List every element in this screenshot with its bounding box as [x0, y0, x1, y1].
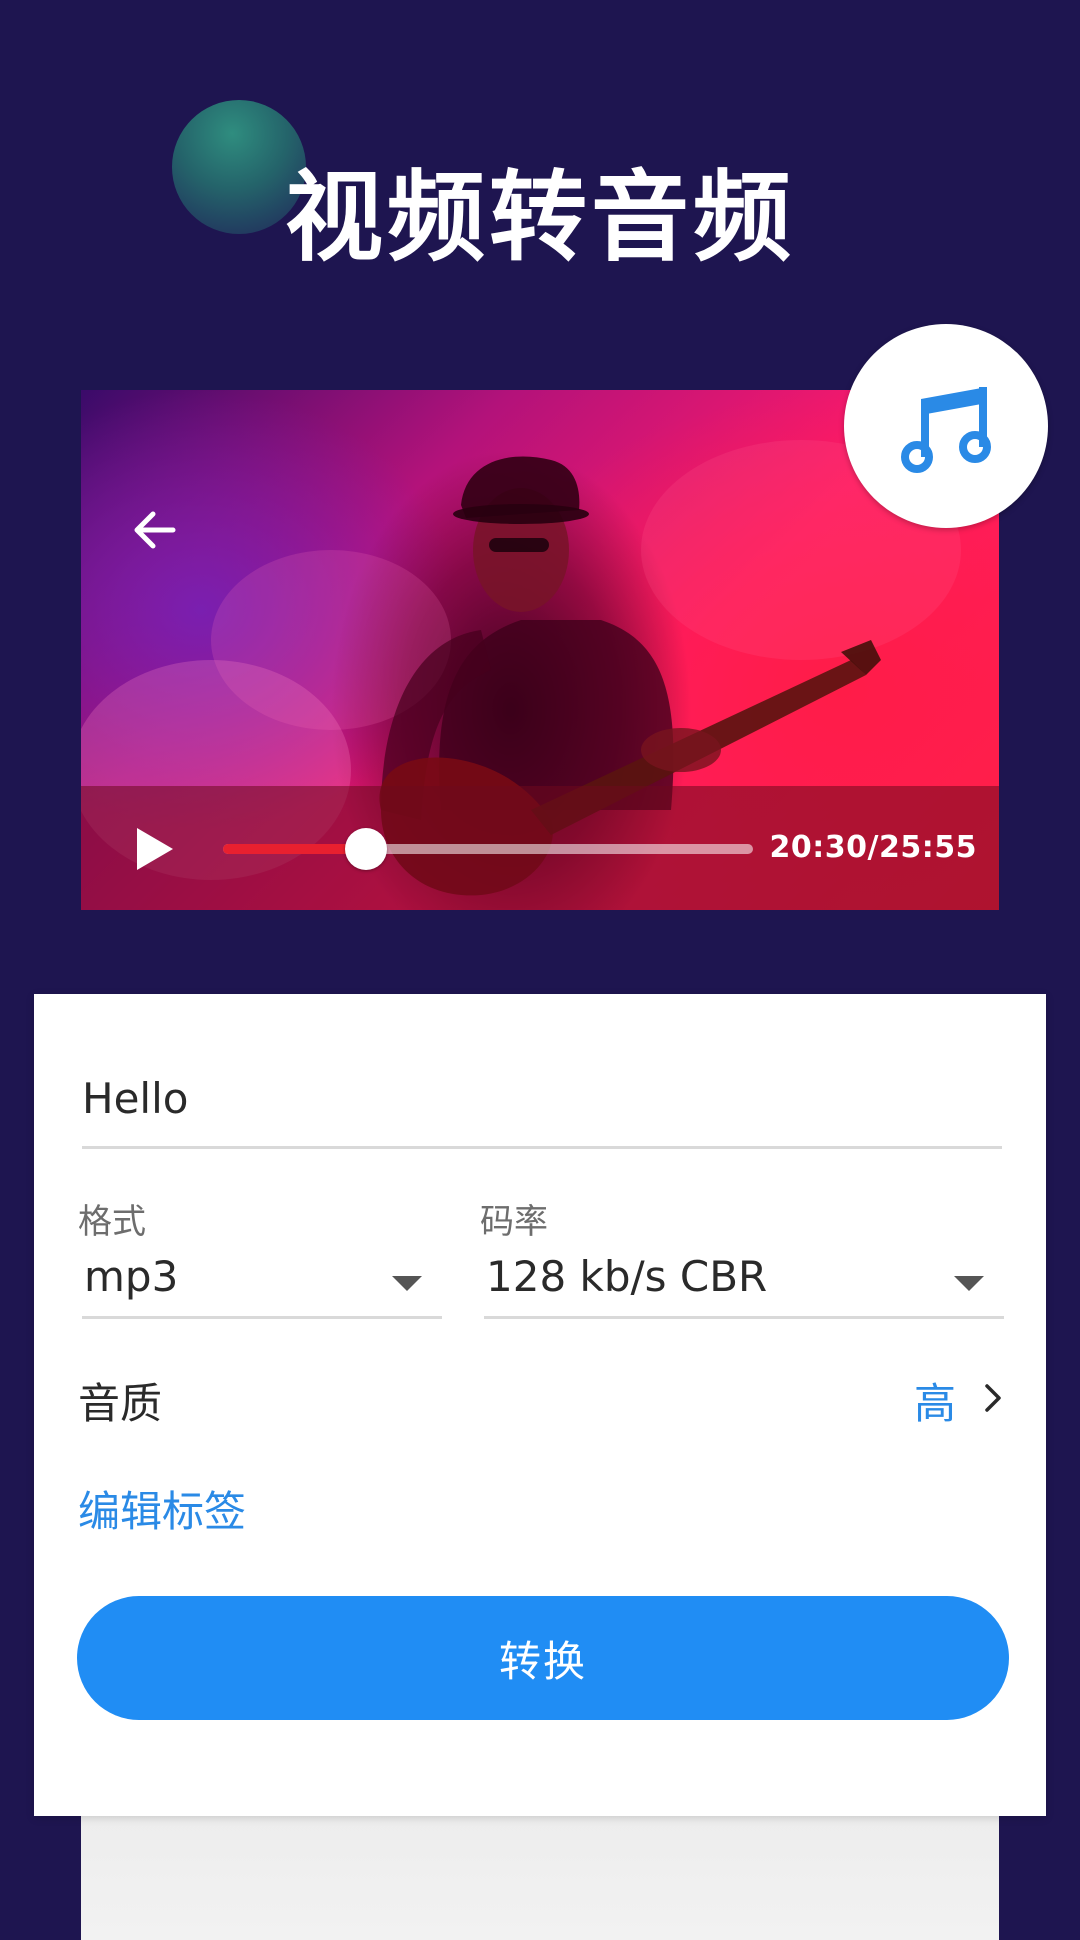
bitrate-label: 码率 — [480, 1202, 548, 1242]
chevron-right-icon — [985, 1384, 1001, 1412]
music-badge — [844, 324, 1048, 528]
edit-tags-link[interactable]: 编辑标签 — [78, 1478, 246, 1539]
page-title: 视频转音频 — [284, 161, 795, 275]
play-icon[interactable] — [131, 824, 177, 874]
quality-value: 高 — [913, 1379, 956, 1428]
format-select[interactable]: mp3 — [82, 1244, 442, 1319]
arrow-left-icon[interactable] — [125, 500, 185, 560]
quality-label: 音质 — [78, 1379, 163, 1428]
bitrate-value: 128 kb/s CBR — [486, 1252, 768, 1301]
file-name-field[interactable]: Hello — [82, 1056, 1002, 1149]
bitrate-select[interactable]: 128 kb/s CBR — [484, 1244, 1004, 1319]
convert-button[interactable]: 转换 — [77, 1596, 1009, 1720]
conversion-form: Hello 格式 mp3 码率 128 kb/s CBR 音质 高 编辑标签 转… — [34, 994, 1046, 1816]
chevron-down-icon — [392, 1276, 422, 1291]
file-name-value: Hello — [82, 1074, 189, 1123]
format-label: 格式 — [78, 1202, 146, 1242]
chevron-down-icon — [954, 1276, 984, 1291]
time-readout: 20:30/25:55 — [769, 830, 977, 865]
format-value: mp3 — [84, 1252, 179, 1301]
seek-bar-thumb[interactable] — [345, 828, 388, 870]
seek-bar[interactable] — [223, 828, 753, 870]
quality-row[interactable]: 音质 高 — [78, 1364, 1034, 1434]
music-note-icon — [901, 387, 991, 473]
